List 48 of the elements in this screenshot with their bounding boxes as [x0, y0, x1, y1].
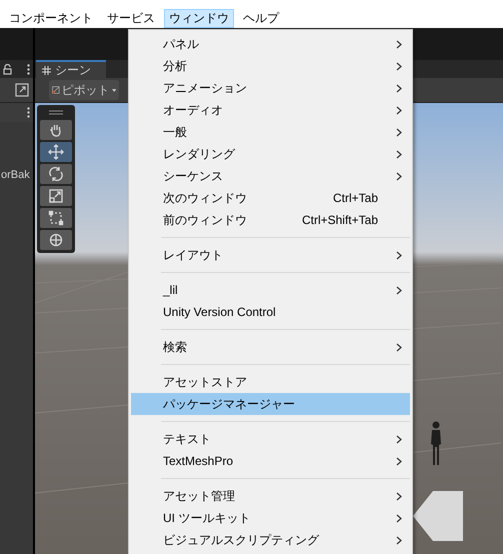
menu-item[interactable]: レンダリング [131, 143, 410, 165]
menu-bar-item[interactable]: サービス [102, 9, 160, 28]
scale-icon [48, 188, 64, 204]
hierarchy-item[interactable]: orBak [0, 167, 30, 183]
grid-icon [42, 66, 51, 74]
menu-item[interactable]: オーディオ [131, 99, 410, 121]
menu-item[interactable]: 検索 [131, 336, 410, 358]
menu-item[interactable]: アニメーション [131, 77, 410, 99]
tool-button[interactable] [40, 120, 72, 140]
rotate-icon [48, 166, 64, 182]
tool-button[interactable] [40, 142, 72, 162]
pivot-dropdown[interactable]: ピボット [49, 80, 119, 100]
menu-item[interactable]: シーケンス [131, 165, 410, 187]
lock-icon[interactable] [3, 64, 12, 74]
menu-item[interactable]: 次のウィンドウ Ctrl+Tab [131, 187, 410, 209]
character-figure-icon [429, 421, 443, 466]
menu-bar-item[interactable]: ウィンドウ [164, 9, 234, 28]
shortcut-text: Ctrl+Tab [332, 190, 378, 207]
more-icon[interactable] [27, 107, 30, 118]
menu-item[interactable]: 一般 [131, 121, 410, 143]
rect-tool-icon [48, 210, 64, 226]
menu-item[interactable]: テキスト [131, 428, 410, 450]
scene-tab[interactable]: シーン [36, 60, 106, 78]
menu-item[interactable]: Unity Version Control [131, 301, 410, 323]
tool-button[interactable] [40, 230, 72, 250]
tool-button[interactable] [40, 186, 72, 206]
tool-button[interactable] [40, 164, 72, 184]
shortcut-text: Ctrl+Shift+Tab [302, 212, 378, 229]
move-arrows-icon [48, 144, 64, 160]
more-icon[interactable] [27, 64, 30, 74]
menu-item[interactable]: アセット管理 [131, 485, 410, 507]
menu-item[interactable]: 分析 [131, 55, 410, 77]
menu-item[interactable]: パッケージマネージャー [131, 393, 410, 415]
title-bar-area [0, 28, 33, 60]
menu-item[interactable]: パネル [131, 33, 410, 55]
menu-bar-item[interactable]: ヘルプ [238, 9, 284, 28]
menu-item[interactable]: アセットストア [131, 371, 410, 393]
transform-icon [48, 232, 64, 248]
caret-icon [112, 88, 116, 92]
menu-bar-item[interactable]: コンポーネント [4, 9, 98, 28]
menu-item[interactable]: UI ツールキット [131, 507, 410, 529]
menu-item[interactable]: _lil [131, 279, 410, 301]
menu-item[interactable]: 前のウィンドウ Ctrl+Shift+Tab [131, 209, 410, 231]
maximize-icon[interactable] [15, 83, 29, 97]
tool-button[interactable] [40, 208, 72, 228]
menu-item[interactable]: TextMeshPro [131, 450, 410, 472]
menu-item[interactable]: レイアウト [131, 244, 410, 266]
menu-item[interactable]: ビジュアルスクリプティング [131, 529, 410, 551]
